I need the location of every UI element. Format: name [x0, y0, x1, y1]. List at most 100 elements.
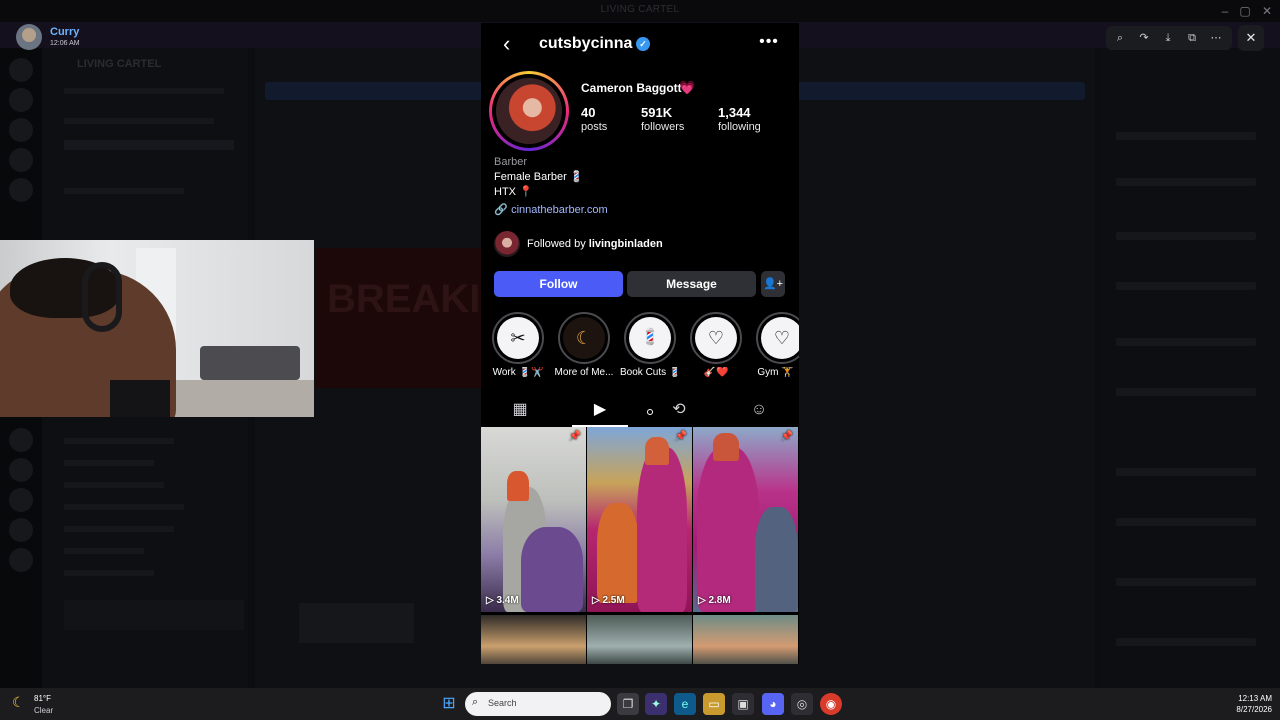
highlight-ring: ♡ — [690, 312, 742, 364]
profile-tabs: ▦ ▶ ⟲ ☺ — [481, 395, 799, 427]
file-explorer-icon[interactable]: ▭ — [703, 693, 725, 715]
system-clock[interactable]: 12:13 AM 8/27/2026 — [1220, 693, 1272, 715]
server-icon[interactable] — [9, 518, 33, 542]
profile-link[interactable]: 🔗 cinnathebarber.com — [494, 203, 608, 216]
story-highlight[interactable]: ☾ More of Me... — [554, 312, 614, 380]
store-icon[interactable]: ▣ — [732, 693, 754, 715]
add-user-icon[interactable]: 👤+ — [761, 271, 785, 297]
channel-row[interactable] — [64, 140, 234, 150]
message-button[interactable]: Message — [627, 271, 756, 297]
windows-start-icon[interactable]: ⊞ — [438, 693, 460, 715]
tab-reels[interactable]: ▶ — [572, 395, 628, 427]
server-icon[interactable] — [9, 548, 33, 572]
stat-value: 591K — [641, 105, 673, 120]
stat-following[interactable]: 1,344 following — [718, 105, 761, 133]
window-titlebar: LIVING CARTEL – ▢ ✕ — [0, 0, 1280, 22]
channel-row[interactable] — [64, 460, 154, 466]
member-row[interactable] — [1116, 282, 1256, 290]
member-row[interactable] — [1116, 578, 1256, 586]
channel-row[interactable] — [64, 548, 144, 554]
member-row[interactable] — [1116, 338, 1256, 346]
channel-row[interactable] — [64, 188, 184, 194]
bio-line: Female Barber 💈 — [494, 171, 584, 183]
stat-posts[interactable]: 40 posts — [581, 105, 607, 133]
edge-icon[interactable]: e — [674, 693, 696, 715]
member-row[interactable] — [1116, 178, 1256, 186]
channel-row[interactable] — [64, 438, 174, 444]
member-list — [1100, 48, 1280, 688]
highlight-label: Book Cuts 💈 — [620, 367, 680, 378]
close-viewer-button[interactable]: ✕ — [1238, 25, 1264, 51]
reel-figure — [637, 447, 687, 612]
tab-tagged[interactable]: ☺ — [731, 395, 787, 427]
back-arrow-icon[interactable]: ‹ — [503, 33, 523, 55]
member-row[interactable] — [1116, 638, 1256, 646]
story-highlight[interactable]: 💈 Book Cuts 💈 — [620, 312, 680, 380]
story-highlight[interactable]: ♡ Gym 🏋️ — [752, 312, 799, 380]
member-row[interactable] — [1116, 518, 1256, 526]
reel-tile[interactable] — [481, 615, 586, 664]
instagram-profile: ‹ cutsbycinna ✓ ••• Cameron Baggott 💗 40… — [481, 23, 799, 664]
open-external-icon[interactable]: ⧉ — [1182, 29, 1202, 47]
channel-row[interactable] — [64, 504, 184, 510]
forward-icon[interactable]: ↷ — [1134, 29, 1154, 47]
follower-avatar — [494, 231, 520, 257]
more-options-icon[interactable]: ••• — [757, 33, 781, 53]
profile-avatar[interactable] — [489, 71, 569, 151]
reel-tile[interactable] — [693, 615, 798, 664]
barber-pole-icon: 💈 — [629, 317, 671, 359]
reel-tile[interactable] — [587, 615, 692, 664]
channel-row[interactable] — [64, 482, 164, 488]
reel-tile[interactable]: 📌 ▷ 2.8M — [693, 427, 798, 612]
more-icon[interactable]: ⋯ — [1206, 29, 1226, 47]
taskbar-search[interactable]: ⌕ Search — [465, 692, 611, 716]
discord-icon[interactable]: ◕ — [762, 693, 784, 715]
member-row[interactable] — [1116, 232, 1256, 240]
server-icon[interactable] — [9, 488, 33, 512]
server-icon[interactable] — [9, 118, 33, 142]
reel-views-count: 2.8M — [708, 595, 731, 606]
server-icon[interactable] — [9, 88, 33, 112]
steam-icon[interactable]: ◎ — [791, 693, 813, 715]
copilot-icon[interactable]: ✦ — [645, 693, 667, 715]
server-icon[interactable] — [9, 58, 33, 82]
avatar[interactable] — [16, 24, 42, 50]
story-highlight[interactable]: ♡ 🎸❤️ — [686, 312, 746, 380]
reels-grid: 📌 ▷ 3.4M 📌 ▷ 2.5M 📌 ▷ 2.8M — [481, 427, 799, 664]
reel-tile[interactable]: 📌 ▷ 3.4M — [481, 427, 586, 612]
followed-by-user: livingbinladen — [588, 238, 663, 250]
server-icon[interactable] — [9, 458, 33, 482]
tab-grid[interactable]: ▦ — [492, 395, 548, 427]
chrome-icon[interactable]: ◉ — [820, 693, 842, 715]
server-icon[interactable] — [9, 178, 33, 202]
clock-time: 12:13 AM — [1238, 694, 1272, 703]
reel-tile[interactable]: 📌 ▷ 2.5M — [587, 427, 692, 612]
story-highlight[interactable]: ✂ Work 💈✂️ — [488, 312, 548, 380]
member-row[interactable] — [1116, 132, 1256, 140]
follow-button[interactable]: Follow — [494, 271, 623, 297]
display-name: Cameron Baggott — [581, 81, 682, 95]
channel-row[interactable] — [64, 118, 214, 124]
tab-reposts[interactable]: ⟲ — [651, 395, 707, 427]
channel-row[interactable] — [64, 526, 174, 532]
voice-panel — [64, 600, 244, 630]
server-icon[interactable] — [9, 428, 33, 452]
zoom-icon[interactable]: ⌕ — [1110, 29, 1130, 47]
streamer-shorts — [110, 380, 170, 417]
server-icon[interactable] — [9, 148, 33, 172]
taskbar: ☾ 81°F Clear ⊞ ⌕ Search ❐ ✦ e ▭ ▣ ◕ ◎ ◉ … — [0, 688, 1280, 720]
download-icon[interactable]: ⤓ — [1158, 29, 1178, 47]
pin-icon: 📌 — [780, 431, 793, 442]
window-close-icon[interactable]: ✕ — [1254, 2, 1280, 20]
task-view-icon[interactable]: ❐ — [617, 693, 639, 715]
author-name[interactable]: Curry — [50, 26, 79, 38]
member-row[interactable] — [1116, 468, 1256, 476]
reel-figure — [755, 507, 798, 612]
stat-followers[interactable]: 591K followers — [641, 105, 684, 133]
highlight-label: 🎸❤️ — [703, 367, 729, 378]
followed-by-prefix: Followed by — [527, 238, 586, 250]
reels-icon: ▶ — [593, 401, 607, 418]
member-row[interactable] — [1116, 388, 1256, 396]
channel-row[interactable] — [64, 88, 224, 94]
channel-row[interactable] — [64, 570, 154, 576]
